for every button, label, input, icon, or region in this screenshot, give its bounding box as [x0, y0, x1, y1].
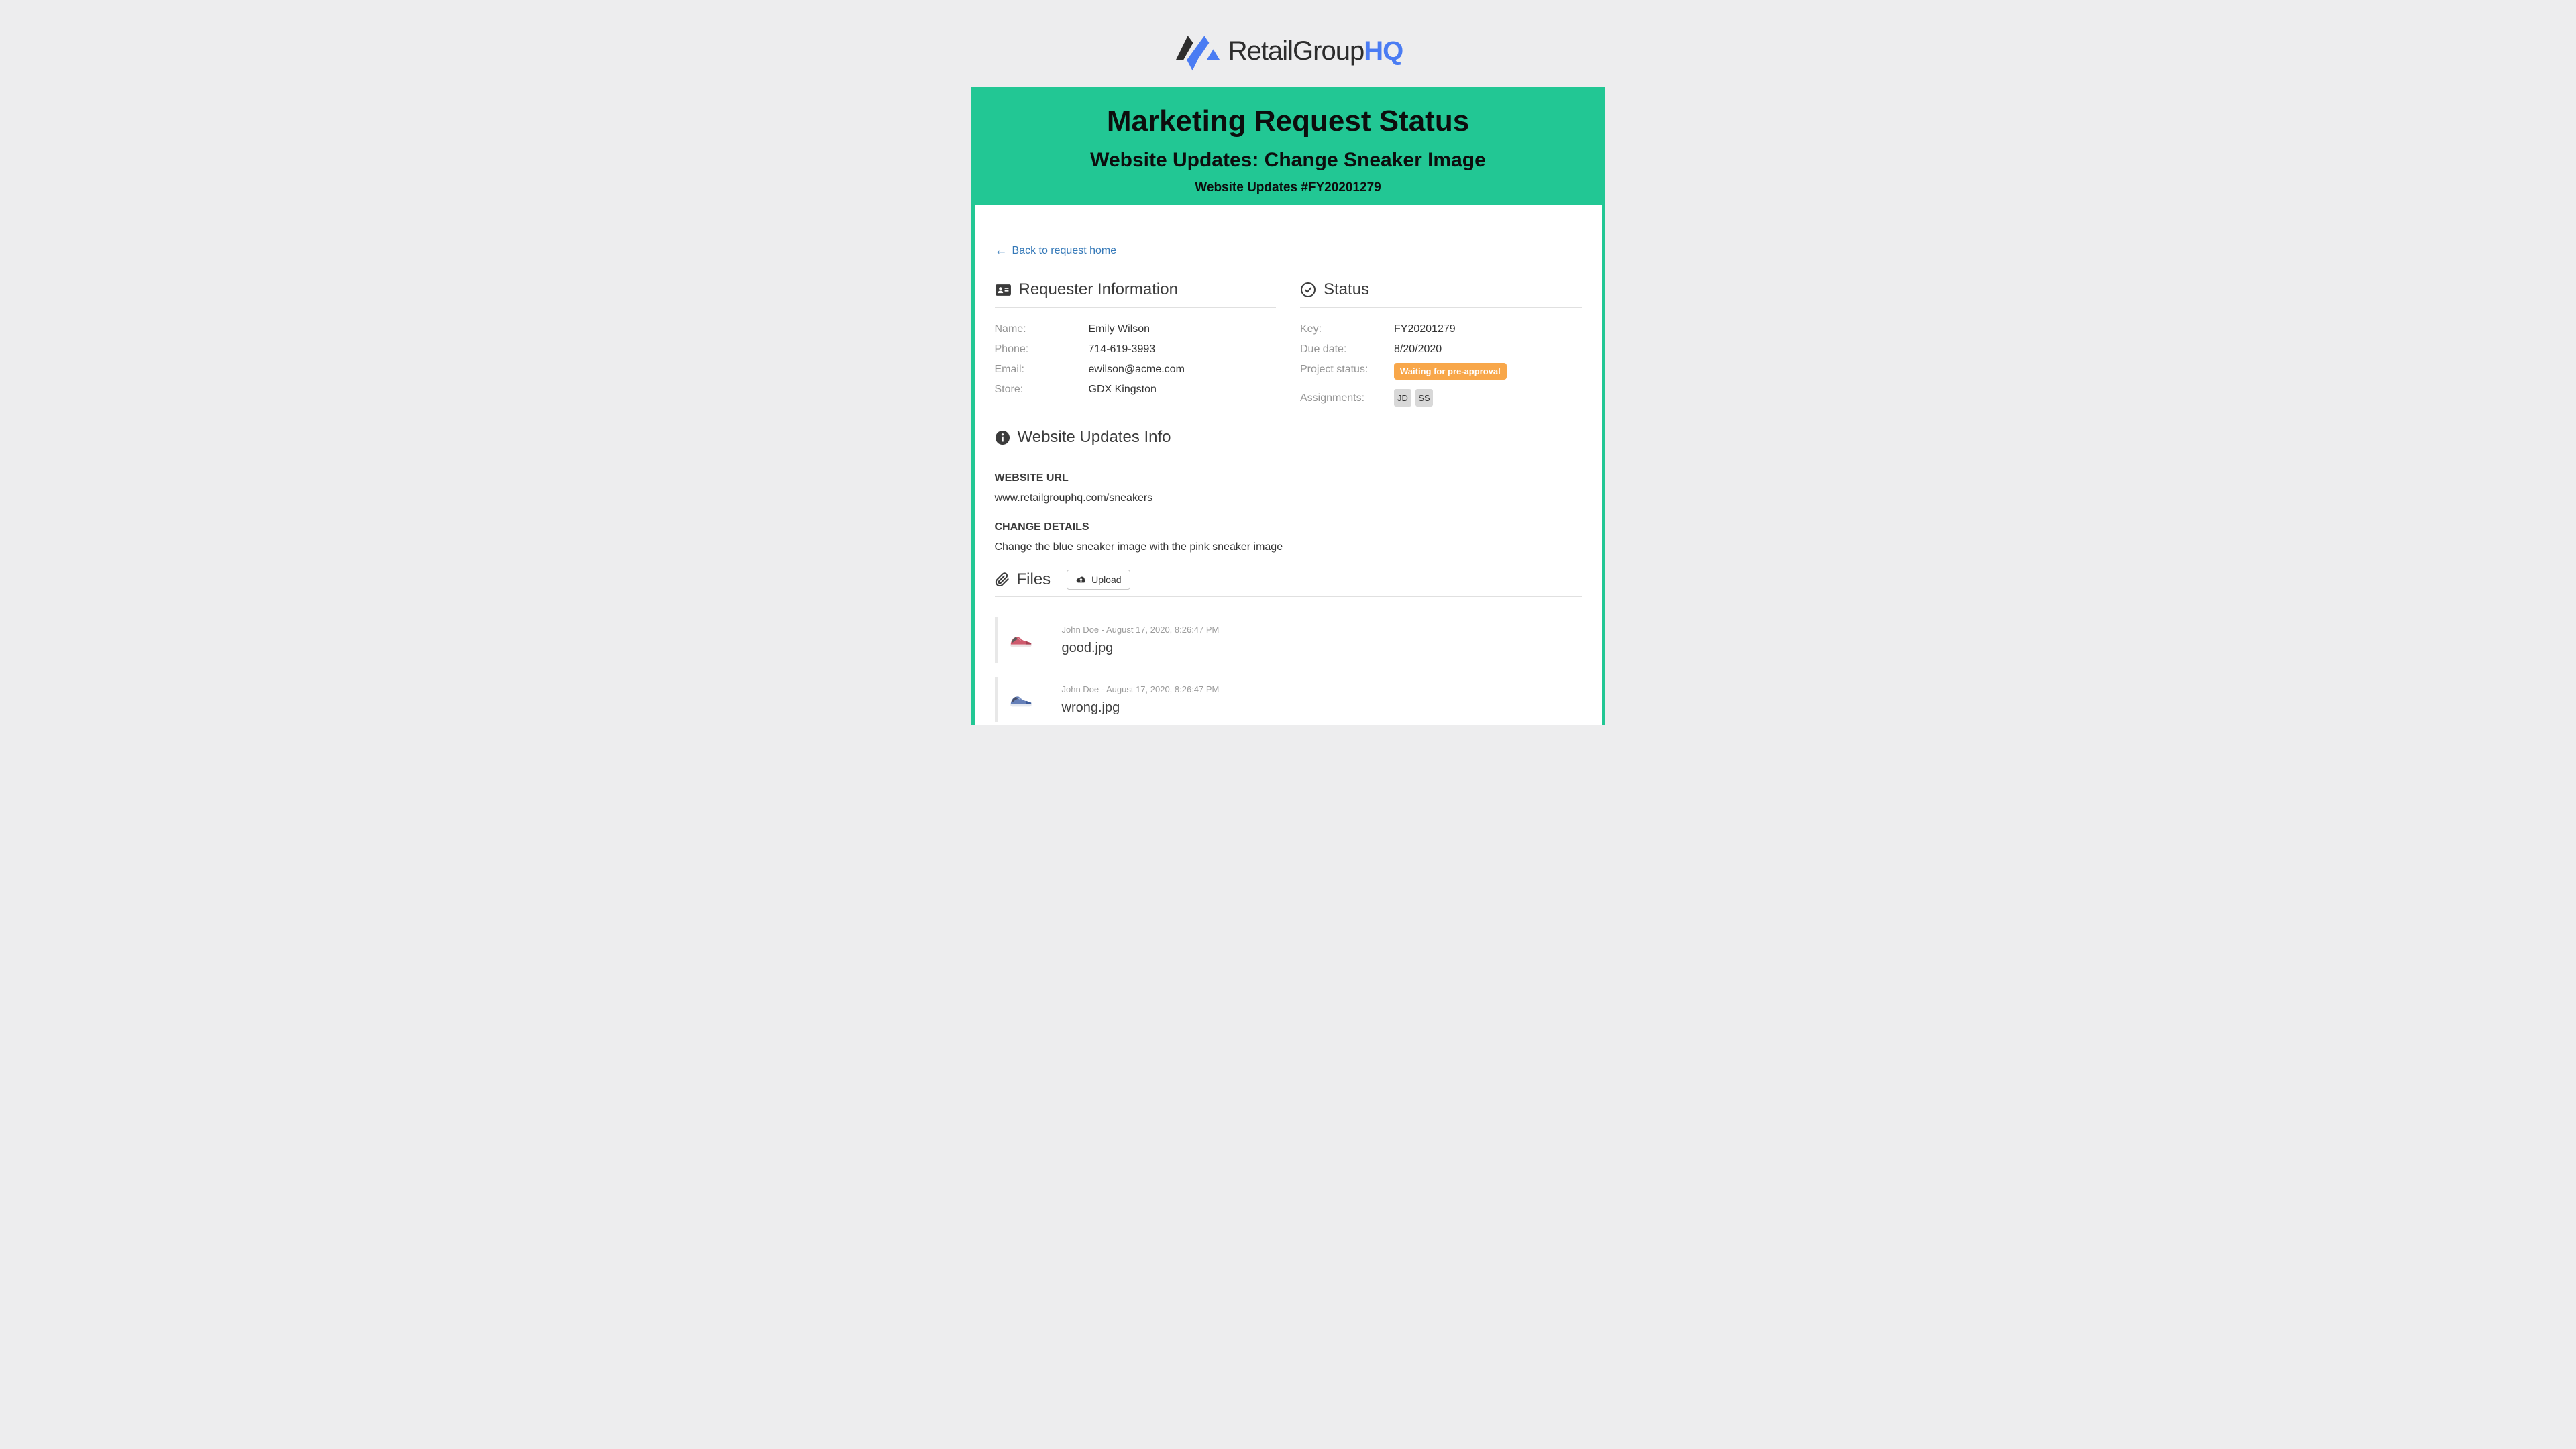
pink-sneaker-image [1009, 632, 1033, 648]
requester-information-title: Requester Information [1019, 280, 1178, 299]
files-heading: Files Upload [995, 570, 1582, 597]
phone-value: 714-619-3993 [1089, 343, 1156, 356]
request-reference: Website Updates #FY20201279 [985, 180, 1592, 195]
file-item-wrong: John Doe - August 17, 2020, 8:26:47 PM w… [995, 677, 1582, 722]
back-arrow-icon: ← [995, 246, 1008, 256]
email-value: ewilson@acme.com [1089, 363, 1185, 376]
files-title-wrap: Files [995, 570, 1051, 589]
file-name-good[interactable]: good.jpg [1062, 641, 1220, 656]
file-meta-wrong: John Doe - August 17, 2020, 8:26:47 PM [1062, 684, 1220, 694]
pink-sneaker-thumbnail[interactable] [1008, 627, 1034, 653]
request-title: Website Updates: Change Sneaker Image [985, 148, 1592, 172]
logo-mark-icon [1173, 30, 1222, 72]
requester-information-section: Requester Information Name: Emily Wilson… [995, 280, 1277, 414]
phone-label: Phone: [995, 343, 1089, 356]
website-url-label: WEBSITE URL [995, 472, 1582, 484]
status-row-assignments: Assignments: JD SS [1300, 389, 1582, 407]
avatar-jd: JD [1394, 389, 1411, 407]
project-status-badge: Waiting for pre-approval [1394, 363, 1507, 380]
banner: Marketing Request Status Website Updates… [971, 87, 1605, 205]
requester-row-name: Name: Emily Wilson [995, 323, 1277, 335]
upload-button-label: Upload [1091, 574, 1121, 585]
requester-row-phone: Phone: 714-619-3993 [995, 343, 1277, 356]
blue-sneaker-thumbnail[interactable] [1008, 687, 1034, 712]
card-body: ← Back to request home Requester I [975, 205, 1602, 724]
project-status-label: Project status: [1300, 363, 1394, 376]
back-link-label: Back to request home [1012, 245, 1117, 257]
page-title: Marketing Request Status [985, 103, 1592, 139]
upload-button[interactable]: Upload [1067, 570, 1130, 590]
address-card-icon [995, 282, 1012, 299]
name-label: Name: [995, 323, 1089, 335]
name-value: Emily Wilson [1089, 323, 1150, 335]
cloud-upload-icon [1075, 575, 1087, 585]
logo-brand-blue: HQ [1364, 36, 1403, 66]
logo-brand-dark: RetailGroup [1228, 36, 1364, 66]
status-title: Status [1324, 280, 1369, 299]
status-row-key: Key: FY20201279 [1300, 323, 1582, 335]
key-label: Key: [1300, 323, 1394, 335]
website-updates-info-heading: Website Updates Info [995, 428, 1582, 455]
logo-text: RetailGroupHQ [1228, 36, 1403, 66]
email-label: Email: [995, 363, 1089, 376]
file-text-wrong: John Doe - August 17, 2020, 8:26:47 PM w… [1062, 684, 1220, 716]
due-date-label: Due date: [1300, 343, 1394, 356]
website-updates-info-section: Website Updates Info WEBSITE URL www.ret… [995, 428, 1582, 553]
info-fields: WEBSITE URL www.retailgrouphq.com/sneake… [995, 472, 1582, 553]
blue-sneaker-image [1009, 692, 1033, 708]
requester-information-heading: Requester Information [995, 280, 1277, 308]
avatar-ss: SS [1415, 389, 1433, 407]
requester-rows: Name: Emily Wilson Phone: 714-619-3993 E… [995, 323, 1277, 396]
store-value: GDX Kingston [1089, 383, 1157, 396]
store-label: Store: [995, 383, 1089, 396]
files-section: Files Upload [995, 570, 1582, 722]
logo: RetailGroupHQ [644, 0, 1932, 87]
info-circle-icon [995, 430, 1010, 445]
check-circle-icon [1300, 282, 1316, 298]
file-text-good: John Doe - August 17, 2020, 8:26:47 PM g… [1062, 625, 1220, 656]
website-url-value: www.retailgrouphq.com/sneakers [995, 492, 1582, 504]
file-meta-good: John Doe - August 17, 2020, 8:26:47 PM [1062, 625, 1220, 635]
status-rows: Key: FY20201279 Due date: 8/20/2020 Proj… [1300, 323, 1582, 407]
file-item-good: John Doe - August 17, 2020, 8:26:47 PM g… [995, 617, 1582, 663]
requester-row-email: Email: ewilson@acme.com [995, 363, 1277, 376]
website-updates-info-title: Website Updates Info [1018, 428, 1171, 447]
requester-row-store: Store: GDX Kingston [995, 383, 1277, 396]
request-card: Marketing Request Status Website Updates… [971, 87, 1605, 724]
page: RetailGroupHQ Marketing Request Status W… [644, 0, 1932, 724]
assignee-avatars: JD SS [1394, 389, 1433, 407]
paperclip-icon [995, 572, 1010, 588]
change-details-value: Change the blue sneaker image with the p… [995, 541, 1582, 553]
top-columns: Requester Information Name: Emily Wilson… [995, 280, 1582, 414]
file-name-wrong[interactable]: wrong.jpg [1062, 700, 1220, 716]
due-date-value: 8/20/2020 [1394, 343, 1442, 356]
files-title: Files [1017, 570, 1051, 589]
back-link[interactable]: ← Back to request home [995, 245, 1117, 257]
status-section: Status Key: FY20201279 Due date: 8/20/20… [1300, 280, 1582, 414]
change-details-label: CHANGE DETAILS [995, 521, 1582, 533]
key-value: FY20201279 [1394, 323, 1456, 335]
status-heading: Status [1300, 280, 1582, 308]
status-row-due-date: Due date: 8/20/2020 [1300, 343, 1582, 356]
status-row-project-status: Project status: Waiting for pre-approval [1300, 363, 1582, 380]
file-list: John Doe - August 17, 2020, 8:26:47 PM g… [995, 617, 1582, 722]
assignments-label: Assignments: [1300, 392, 1394, 405]
